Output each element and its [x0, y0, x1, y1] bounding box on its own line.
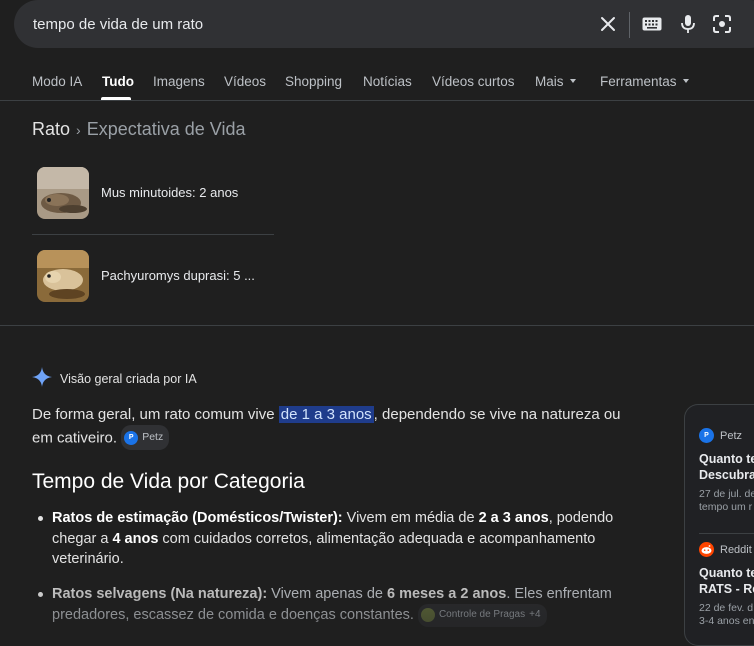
source-title-line: Descubra: [699, 468, 754, 482]
search-input[interactable]: tempo de vida de um rato: [33, 16, 203, 33]
ai-overview-header: Visão geral criada por IA: [32, 366, 197, 392]
source-title[interactable]: Quanto te Descubra: [699, 451, 754, 483]
source-meta-line: 3-4 anos en: [699, 615, 754, 627]
source-meta-line: tempo um r: [699, 501, 753, 513]
source-snippet: 22 de fev. d 3-4 anos en: [699, 602, 754, 628]
search-tabs: Modo IA Tudo Imagens Vídeos Shopping Not…: [0, 60, 754, 101]
source-title-line: Quanto te: [699, 566, 754, 580]
tab-mais[interactable]: Mais: [535, 74, 576, 89]
sources-panel: P Petz Quanto te Descubra 27 de jul. de te…: [684, 404, 754, 646]
section-title: Tempo de Vida por Categoria: [32, 470, 305, 493]
clear-icon[interactable]: [596, 12, 620, 36]
list-item: Ratos selvagens (Na natureza): Vivem ape…: [32, 584, 632, 627]
microphone-icon[interactable]: [676, 12, 700, 36]
entity-item-mus-minutoides[interactable]: Mus minutoides: 2 anos: [32, 161, 274, 225]
bullet-label: Ratos de estimação (Domésticos/Twister):: [52, 510, 343, 526]
tab-videos-curtos[interactable]: Vídeos curtos: [432, 74, 515, 89]
tab-videos[interactable]: Vídeos: [224, 74, 266, 89]
summary-highlight: de 1 a 3 anos: [278, 406, 374, 423]
source-meta-line: 22 de fev. d: [699, 602, 754, 614]
entity-item-pachyuromys-duprasi[interactable]: Pachyuromys duprasi: 5 ...: [32, 244, 274, 308]
source-snippet: 27 de jul. de tempo um r: [699, 488, 754, 514]
lifespan-list: Ratos de estimação (Domésticos/Twister):…: [32, 508, 632, 641]
source-site-reddit[interactable]: Reddit: [699, 542, 752, 557]
petz-logo-icon: P: [699, 428, 714, 443]
source-title[interactable]: Quanto te RATS - Re: [699, 565, 754, 597]
tab-shopping[interactable]: Shopping: [285, 74, 342, 89]
bullet-bold: 2 a 3 anos: [478, 510, 549, 526]
entity-divider: [32, 234, 274, 235]
ai-overview-title: Visão geral criada por IA: [60, 372, 197, 386]
source-title-line: RATS - Re: [699, 582, 754, 596]
breadcrumb: Rato › Expectativa de Vida: [32, 119, 245, 140]
camera-lens-icon[interactable]: [710, 12, 734, 36]
source-chip-label: Petz: [142, 431, 164, 443]
chevron-down-icon: [682, 79, 689, 84]
tab-ferramentas[interactable]: Ferramentas: [600, 74, 689, 89]
keyboard-icon[interactable]: [640, 12, 664, 36]
source-meta-line: 27 de jul. de: [699, 488, 754, 500]
summary-text: De forma geral, um rato comum vive: [32, 406, 279, 423]
active-tab-indicator: [101, 97, 131, 100]
tab-modo-ia[interactable]: Modo IA: [32, 74, 82, 89]
gerbil-photo-thumbnail: [37, 250, 89, 302]
entity-label: Mus minutoides: 2 anos: [101, 185, 239, 200]
petz-logo-icon: P: [124, 430, 139, 445]
controle-pragas-logo-icon: [420, 608, 435, 623]
mouse-photo-thumbnail: [37, 167, 89, 219]
tab-tudo[interactable]: Tudo: [102, 74, 134, 89]
bullet-bold: 4 anos: [112, 530, 159, 547]
sparkle-icon: [32, 366, 52, 392]
breadcrumb-separator: ›: [76, 122, 81, 138]
search-divider: [629, 12, 630, 38]
tab-imagens[interactable]: Imagens: [153, 74, 205, 89]
source-chip-more: +4: [529, 609, 541, 620]
tab-noticias[interactable]: Notícias: [363, 74, 412, 89]
entity-label: Pachyuromys duprasi: 5 ...: [101, 268, 255, 283]
bullet-bold: 6 meses a 2 anos: [387, 585, 507, 602]
source-chip-label: Controle de Pragas: [438, 609, 526, 620]
section-divider: [0, 325, 754, 326]
source-site-petz[interactable]: P Petz: [699, 428, 742, 443]
chevron-down-icon: [569, 79, 576, 84]
source-chip-controle-de-pragas[interactable]: Controle de Pragas +4: [417, 604, 547, 627]
breadcrumb-entity[interactable]: Rato: [32, 119, 70, 139]
search-bar[interactable]: tempo de vida de um rato: [14, 0, 754, 48]
source-divider: [699, 533, 754, 534]
bullet-text: Vivem em média de: [342, 510, 479, 526]
tab-ferramentas-label: Ferramentas: [600, 74, 677, 89]
breadcrumb-topic: Expectativa de Vida: [86, 119, 246, 139]
source-site-name: Petz: [720, 429, 743, 442]
bullet-text: Vivem apenas de: [267, 585, 387, 602]
source-chip-petz[interactable]: P Petz: [121, 425, 170, 450]
reddit-logo-icon: [699, 542, 714, 557]
bullet-label: Ratos selvagens (Na natureza):: [52, 585, 268, 602]
tab-mais-label: Mais: [535, 74, 564, 89]
source-title-line: Quanto te: [699, 452, 754, 466]
list-item: Ratos de estimação (Domésticos/Twister):…: [32, 508, 632, 570]
source-site-name: Reddit: [720, 543, 752, 556]
ai-overview-summary: De forma geral, um rato comum vive de 1 …: [32, 403, 622, 451]
